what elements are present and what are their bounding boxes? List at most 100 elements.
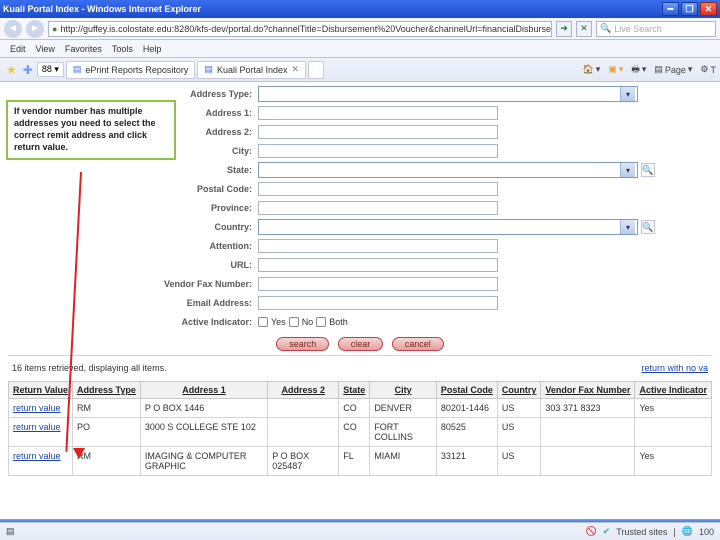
- menu-edit[interactable]: Edit: [10, 44, 26, 54]
- col-return-value[interactable]: Return Value: [9, 382, 73, 399]
- zoom-icon[interactable]: 🌐: [682, 526, 693, 537]
- results-table: Return Value Address Type Address 1 Addr…: [8, 381, 712, 476]
- radio-no[interactable]: [289, 317, 299, 327]
- col-active[interactable]: Active Indicator: [635, 382, 712, 399]
- cell-address1: P O BOX 1446: [140, 399, 267, 418]
- print-button[interactable]: 🖶 ▾: [631, 62, 646, 78]
- new-tab-button[interactable]: [308, 61, 324, 79]
- tab-toolbar: ★ ✚ 88 ▾ ▤ ePrint Reports Repository ▤ K…: [0, 58, 720, 82]
- return-value-link[interactable]: return value: [13, 451, 61, 461]
- back-button[interactable]: ◄: [4, 20, 22, 38]
- col-fax[interactable]: Vendor Fax Number: [541, 382, 635, 399]
- city-input[interactable]: [258, 144, 498, 158]
- col-address-type[interactable]: Address Type: [73, 382, 141, 399]
- address-type-select[interactable]: [258, 86, 638, 102]
- cancel-button[interactable]: cancel: [392, 337, 444, 351]
- zone-label: Trusted sites: [616, 527, 667, 537]
- col-postal[interactable]: Postal Code: [436, 382, 497, 399]
- tab-label: ePrint Reports Repository: [85, 65, 188, 75]
- tab-label: Kuali Portal Index: [217, 65, 288, 75]
- url-input[interactable]: [258, 258, 498, 272]
- state-select[interactable]: [258, 162, 638, 178]
- col-address1[interactable]: Address 1: [140, 382, 267, 399]
- country-select[interactable]: [258, 219, 638, 235]
- cell-address2: P O BOX 025487: [268, 447, 339, 476]
- favorites-icon[interactable]: ★: [4, 63, 19, 77]
- fax-input[interactable]: [258, 277, 498, 291]
- address2-input[interactable]: [258, 125, 498, 139]
- tab-eprint[interactable]: ▤ ePrint Reports Repository: [66, 61, 196, 79]
- label-url: URL:: [8, 260, 258, 270]
- return-no-value-link[interactable]: return with no va: [641, 363, 708, 373]
- feeds-button[interactable]: ▣ ▾: [608, 64, 623, 75]
- cell-postal: 80201-1446: [436, 399, 497, 418]
- cell-active: Yes: [635, 399, 712, 418]
- attention-input[interactable]: [258, 239, 498, 253]
- table-row: return valueRMP O BOX 1446CODENVER80201-…: [9, 399, 712, 418]
- cell-address-type: RM: [73, 399, 141, 418]
- cell-fax: [541, 447, 635, 476]
- menu-help[interactable]: Help: [143, 44, 162, 54]
- page-menu[interactable]: ▤ Page ▾: [654, 64, 692, 75]
- email-input[interactable]: [258, 296, 498, 310]
- province-input[interactable]: [258, 201, 498, 215]
- minimize-button[interactable]: ━: [662, 2, 679, 16]
- popup-blocked-icon[interactable]: 🚫: [585, 526, 596, 537]
- return-value-link[interactable]: return value: [13, 403, 61, 413]
- cell-active: [635, 418, 712, 447]
- results-summary: 16 items retrieved, displaying all items…: [12, 363, 167, 373]
- postal-input[interactable]: [258, 182, 498, 196]
- cell-postal: 80525: [436, 418, 497, 447]
- close-icon[interactable]: ✕: [291, 64, 299, 75]
- radio-yes[interactable]: [258, 317, 268, 327]
- address1-input[interactable]: [258, 106, 498, 120]
- tab-kuali[interactable]: ▤ Kuali Portal Index ✕: [197, 61, 306, 79]
- menu-bar: Edit View Favorites Tools Help: [0, 40, 720, 58]
- menu-tools[interactable]: Tools: [112, 44, 133, 54]
- browser-search-input[interactable]: 🔍 Live Search: [596, 21, 716, 37]
- security-shield-icon[interactable]: ✔: [603, 526, 611, 537]
- cell-address2: [268, 418, 339, 447]
- divider: [8, 355, 712, 356]
- col-address2[interactable]: Address 2: [268, 382, 339, 399]
- label-postal: Postal Code:: [8, 184, 258, 194]
- search-button[interactable]: search: [276, 337, 329, 351]
- col-state[interactable]: State: [339, 382, 370, 399]
- instruction-callout: If vendor number has multiple addresses …: [6, 100, 176, 160]
- menu-favorites[interactable]: Favorites: [65, 44, 102, 54]
- go-button[interactable]: ➜: [556, 21, 572, 37]
- country-lookup-icon[interactable]: 🔍: [641, 220, 655, 234]
- active-indicator-group: Yes No Both: [258, 317, 712, 327]
- col-country[interactable]: Country: [497, 382, 541, 399]
- close-button[interactable]: ✕: [700, 2, 717, 16]
- refresh-button[interactable]: ✕: [576, 21, 592, 37]
- label-fax: Vendor Fax Number:: [8, 279, 258, 289]
- tab-list-dropdown[interactable]: 88 ▾: [37, 62, 64, 77]
- address-url: http://guffey.is.colostate.edu:8280/kfs-…: [60, 24, 552, 34]
- cell-country: US: [497, 418, 541, 447]
- cell-address1: 3000 S COLLEGE STE 102: [140, 418, 267, 447]
- label-email: Email Address:: [8, 298, 258, 308]
- menu-view[interactable]: View: [36, 44, 55, 54]
- cell-city: MIAMI: [370, 447, 437, 476]
- label-country: Country:: [8, 222, 258, 232]
- maximize-button[interactable]: ❐: [681, 2, 698, 16]
- forward-button[interactable]: ►: [26, 20, 44, 38]
- clear-button[interactable]: clear: [338, 337, 384, 351]
- tools-menu[interactable]: ⚙ T: [700, 64, 716, 75]
- cell-state: CO: [339, 418, 370, 447]
- status-bar: ▤ 🚫 ✔ Trusted sites | 🌐 100: [0, 522, 720, 540]
- page-icon: ▤: [204, 64, 213, 75]
- state-lookup-icon[interactable]: 🔍: [641, 163, 655, 177]
- label-state: State:: [8, 165, 258, 175]
- cell-address1: IMAGING & COMPUTER GRAPHIC: [140, 447, 267, 476]
- cell-country: US: [497, 399, 541, 418]
- cell-address-type: PO: [73, 418, 141, 447]
- return-value-link[interactable]: return value: [13, 422, 61, 432]
- col-city[interactable]: City: [370, 382, 437, 399]
- label-province: Province:: [8, 203, 258, 213]
- radio-both[interactable]: [316, 317, 326, 327]
- home-button[interactable]: 🏠 ▾: [583, 64, 601, 75]
- address-bar[interactable]: ● http://guffey.is.colostate.edu:8280/kf…: [48, 21, 552, 37]
- add-favorite-icon[interactable]: ✚: [21, 63, 35, 77]
